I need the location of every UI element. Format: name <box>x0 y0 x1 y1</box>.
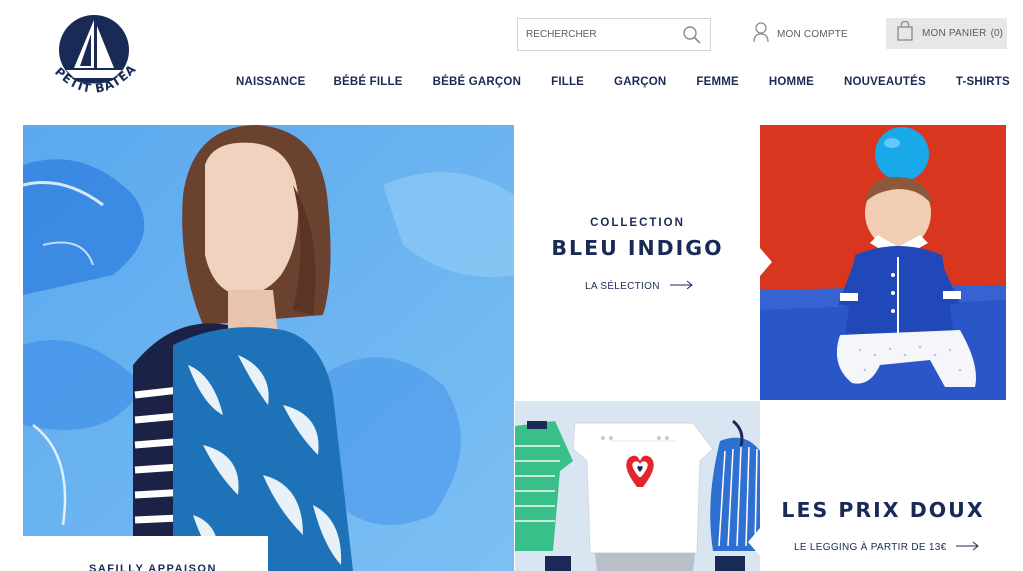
promo-prix-doux[interactable]: LES PRIX DOUX LE LEGGING À PARTIR DE 13€ <box>760 401 1023 571</box>
photo-baby-ballon[interactable] <box>760 125 1006 400</box>
hero-left-caption-text: SAFILLY APPAISON <box>89 563 217 571</box>
search-box <box>517 18 711 51</box>
promo-prix-link[interactable]: LE LEGGING À PARTIR DE 13€ <box>794 541 980 554</box>
promo-indigo-kicker: COLLECTION <box>590 217 685 229</box>
promo-indigo-link[interactable]: LA SÉLECTION <box>585 280 694 293</box>
promo-indigo-link-label: LA SÉLECTION <box>585 281 660 292</box>
promo-prix-link-label: LE LEGGING À PARTIR DE 13€ <box>794 542 947 553</box>
arrow-right-icon <box>956 541 980 554</box>
nav-item-garcon[interactable]: GARÇON <box>614 76 666 88</box>
main-nav: NAISSANCE BÉBÉ FILLE BÉBÉ GARÇON FILLE G… <box>236 76 1010 88</box>
photo-vetements[interactable] <box>515 401 760 571</box>
nav-item-naissance[interactable]: NAISSANCE <box>236 76 306 88</box>
promo-prix-notch <box>748 528 760 556</box>
promo-prix-title: LES PRIX DOUX <box>781 498 985 522</box>
brand-logo[interactable]: PETIT BATEAU <box>39 0 148 106</box>
search-icon[interactable] <box>682 25 702 45</box>
cart-label: MON PANIER <box>922 28 987 39</box>
hero-left-caption[interactable]: SAFILLY APPAISON <box>23 536 268 571</box>
promo-indigo-notch <box>760 248 772 276</box>
account-label: MON COMPTE <box>777 28 848 40</box>
promo-indigo-title: BLEU INDIGO <box>551 236 724 260</box>
arrow-right-icon <box>669 280 694 293</box>
cart-button[interactable]: MON PANIER (0) <box>886 18 1007 49</box>
account-link[interactable]: MON COMPTE <box>752 21 848 48</box>
search-input[interactable] <box>518 19 678 50</box>
nav-item-bebe-fille[interactable]: BÉBÉ FILLE <box>334 76 403 88</box>
nav-item-homme[interactable]: HOMME <box>769 76 814 88</box>
user-icon <box>752 21 770 48</box>
nav-item-fille[interactable]: FILLE <box>551 76 584 88</box>
bag-icon <box>896 20 914 47</box>
promo-bleu-indigo[interactable]: COLLECTION BLEU INDIGO LA SÉLECTION <box>515 125 760 400</box>
nav-item-t-shirts[interactable]: T-SHIRTS <box>956 76 1010 88</box>
nav-item-femme[interactable]: FEMME <box>696 76 739 88</box>
nav-item-nouveautes[interactable]: NOUVEAUTÉS <box>844 76 926 88</box>
hero-image-femme[interactable] <box>23 125 514 571</box>
cart-count: (0) <box>990 28 1003 39</box>
nav-item-bebe-garcon[interactable]: BÉBÉ GARÇON <box>433 76 521 88</box>
